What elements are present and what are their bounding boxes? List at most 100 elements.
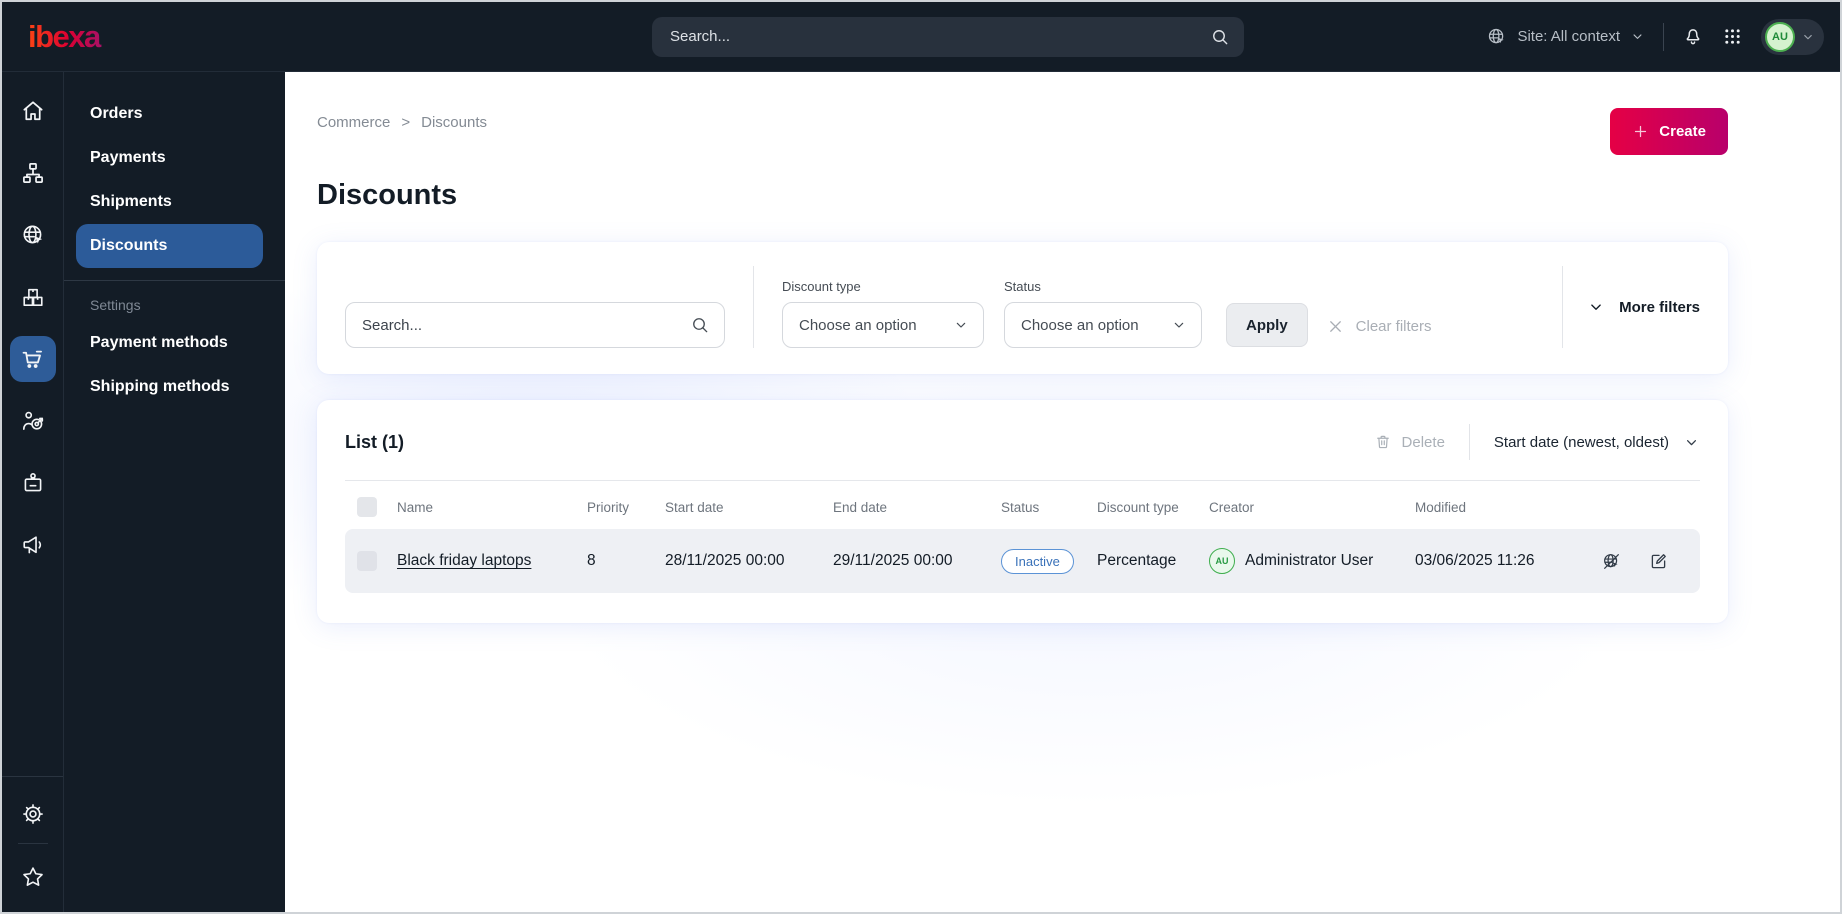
menu-section-settings: Settings <box>90 297 141 313</box>
status-badge: Inactive <box>1001 548 1074 574</box>
rail-item-marketing[interactable] <box>10 522 56 568</box>
cell-priority: 8 <box>587 552 596 569</box>
site-context-selector[interactable]: Site: All context <box>1486 26 1645 47</box>
delete-button[interactable]: Delete <box>1374 433 1445 451</box>
table-row: Black friday laptops 8 28/11/2025 00:00 … <box>345 529 1700 593</box>
column-header-status: Status <box>1001 499 1040 515</box>
column-header-start-date: Start date <box>665 499 724 515</box>
discount-type-select[interactable]: Choose an option <box>782 302 984 348</box>
cell-modified: 03/06/2025 11:26 <box>1415 552 1535 569</box>
creator-name: Administrator User <box>1245 552 1374 569</box>
rail-divider <box>17 843 48 844</box>
rail-item-company[interactable] <box>10 460 56 506</box>
commerce-cart-icon <box>19 346 46 373</box>
menu-item-discounts[interactable]: Discounts <box>76 224 263 268</box>
filter-search[interactable] <box>345 302 725 348</box>
clear-filters-label: Clear filters <box>1355 318 1432 335</box>
column-header-discount-type: Discount type <box>1097 499 1179 515</box>
status-select[interactable]: Choose an option <box>1004 302 1202 348</box>
plus-icon <box>1632 123 1649 140</box>
menu-divider <box>64 280 285 281</box>
page-title: Discounts <box>317 179 458 211</box>
chevron-down-icon <box>1630 29 1645 44</box>
filter-divider <box>753 266 754 348</box>
breadcrumb-separator: > <box>401 114 411 131</box>
filter-search-input[interactable] <box>362 316 690 334</box>
ibexa-logo[interactable]: ibexa <box>22 19 106 55</box>
user-menu[interactable]: AU <box>1761 18 1824 55</box>
customer-target-icon <box>20 408 46 434</box>
apply-button[interactable]: Apply <box>1226 303 1308 347</box>
clear-filters-button[interactable]: Clear filters <box>1326 317 1432 336</box>
rail-item-site[interactable] <box>10 212 56 258</box>
table-header: Name Priority Start date End date Status… <box>345 481 1700 529</box>
topbar-right-cluster: Site: All context AU <box>1486 18 1824 55</box>
chevron-down-icon <box>1171 317 1187 333</box>
company-badge-icon <box>20 470 46 496</box>
site-globe-cursor-icon <box>20 222 46 248</box>
home-icon <box>20 98 46 124</box>
rail-item-dashboard[interactable] <box>10 88 56 134</box>
search-icon <box>690 315 710 335</box>
sort-select[interactable]: Start date (newest, oldest) <box>1494 434 1700 451</box>
rail-bottom-group <box>2 776 63 912</box>
cell-end-date: 29/11/2025 00:00 <box>833 552 953 569</box>
cell-discount-type: Percentage <box>1097 552 1177 569</box>
rail-item-bookmarks[interactable] <box>10 854 56 900</box>
chevron-down-icon <box>953 317 969 333</box>
rail-item-admin[interactable] <box>10 791 56 837</box>
app-switcher-button[interactable] <box>1722 26 1743 47</box>
list-head-divider <box>1468 424 1470 460</box>
breadcrumb-commerce[interactable]: Commerce <box>317 114 390 131</box>
row-checkbox[interactable] <box>357 551 377 571</box>
commerce-menu-panel: Orders Payments Shipments Discounts Sett… <box>64 72 285 912</box>
top-bar: ibexa Site: All context <box>2 2 1840 72</box>
menu-item-shipping-methods[interactable]: Shipping methods <box>64 365 285 409</box>
more-filters-label: More filters <box>1619 298 1700 316</box>
menu-item-orders[interactable]: Orders <box>64 92 285 136</box>
avatar: AU <box>1765 21 1795 52</box>
menu-item-shipments[interactable]: Shipments <box>64 180 285 224</box>
create-button[interactable]: Create <box>1610 108 1728 155</box>
breadcrumb-discounts[interactable]: Discounts <box>421 114 487 131</box>
column-header-modified: Modified <box>1415 499 1467 515</box>
global-search-input[interactable] <box>670 28 1210 45</box>
discount-type-value: Choose an option <box>799 316 917 334</box>
edit-icon[interactable] <box>1648 551 1669 572</box>
topbar-divider <box>1663 22 1664 51</box>
bell-icon <box>1682 26 1704 48</box>
main-content: Commerce > Discounts Create Discounts Se… <box>285 72 1840 912</box>
search-icon <box>1210 27 1230 47</box>
menu-item-payment-methods[interactable]: Payment methods <box>64 321 285 365</box>
menu-item-payments[interactable]: Payments <box>64 136 285 180</box>
products-boxes-icon <box>20 284 46 310</box>
content-tree-icon <box>20 160 46 186</box>
rail-item-products[interactable] <box>10 274 56 320</box>
site-globe-icon <box>1486 26 1507 47</box>
column-header-creator: Creator <box>1209 499 1255 515</box>
chevron-down-icon <box>1587 298 1605 316</box>
rail-item-content[interactable] <box>10 150 56 196</box>
cell-start-date: 28/11/2025 00:00 <box>665 552 785 569</box>
close-icon <box>1326 317 1345 336</box>
select-all-checkbox[interactable] <box>357 497 377 517</box>
app-grid-icon <box>1722 26 1743 47</box>
discount-name-link[interactable]: Black friday laptops <box>397 552 531 569</box>
notifications-button[interactable] <box>1682 26 1704 48</box>
site-context-label: Site: All context <box>1517 28 1620 45</box>
list-title: List (1) <box>345 431 405 452</box>
discounts-list: List (1) Delete Start date (newest, olde… <box>317 400 1728 623</box>
column-header-name: Name <box>397 499 434 515</box>
more-filters-button[interactable]: More filters <box>1562 266 1700 348</box>
icon-rail <box>2 72 64 912</box>
preview-disabled-icon[interactable] <box>1601 551 1622 572</box>
breadcrumb: Commerce > Discounts <box>317 108 487 131</box>
filters-bar: Discount type Choose an option Status Ch… <box>317 242 1728 374</box>
bookmarks-star-icon <box>20 864 46 890</box>
status-label: Status <box>1004 279 1041 294</box>
chevron-down-icon <box>1683 434 1700 451</box>
rail-item-customers[interactable] <box>10 398 56 444</box>
rail-item-commerce[interactable] <box>9 336 56 382</box>
creator-avatar: AU <box>1209 548 1235 574</box>
global-search[interactable] <box>652 16 1244 57</box>
